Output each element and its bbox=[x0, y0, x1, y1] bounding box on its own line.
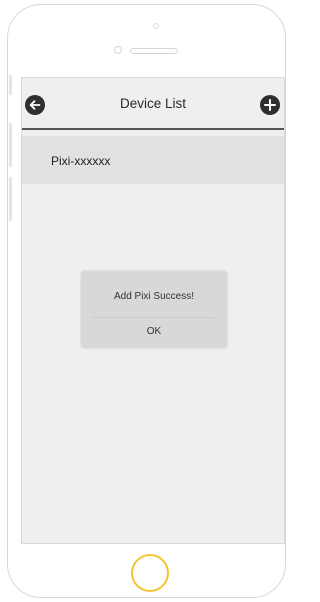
device-list-item[interactable]: Pixi-xxxxxx bbox=[22, 136, 284, 184]
app-screen: Device List Pixi-xxxxxx Add Pixi Success… bbox=[21, 77, 285, 544]
phone-frame: Device List Pixi-xxxxxx Add Pixi Success… bbox=[7, 4, 286, 598]
home-button[interactable] bbox=[131, 554, 169, 592]
dialog-ok-button[interactable]: OK bbox=[81, 326, 227, 337]
dialog-divider bbox=[93, 317, 215, 318]
dialog-message: Add Pixi Success! bbox=[113, 291, 195, 302]
volume-up-button bbox=[9, 123, 12, 167]
app-header: Device List bbox=[22, 78, 284, 130]
success-dialog: Add Pixi Success! OK bbox=[81, 271, 227, 348]
device-name: Pixi-xxxxxx bbox=[51, 154, 111, 168]
page-title: Device List bbox=[119, 96, 187, 111]
mute-switch bbox=[9, 75, 12, 95]
volume-down-button bbox=[9, 177, 12, 221]
camera-dot-icon bbox=[153, 23, 159, 29]
plus-circle-icon bbox=[264, 99, 276, 111]
add-device-button[interactable] bbox=[260, 95, 280, 115]
earpiece-speaker bbox=[130, 48, 178, 54]
front-camera-icon bbox=[114, 46, 122, 54]
